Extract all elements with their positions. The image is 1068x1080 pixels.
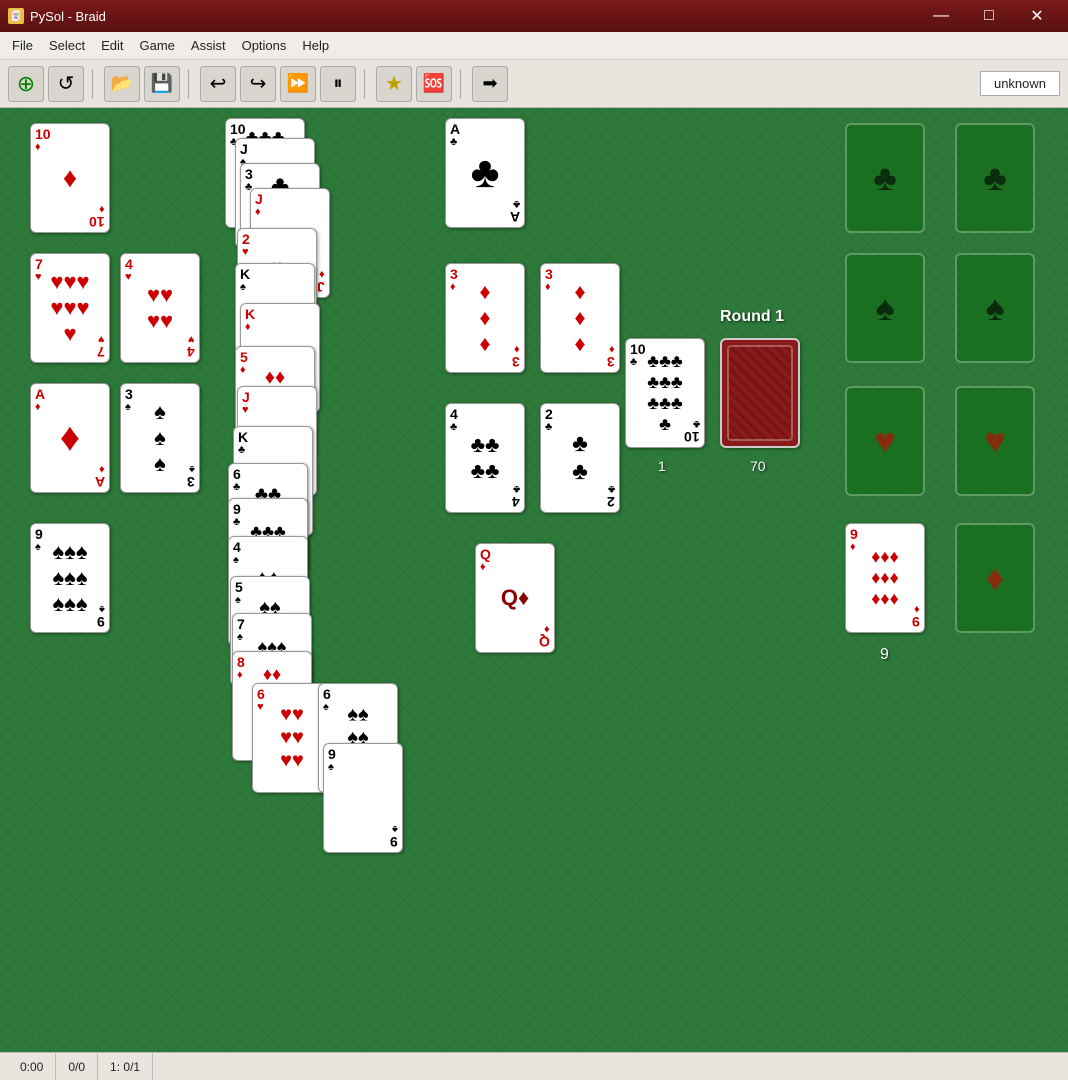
- menu-select[interactable]: Select: [41, 34, 93, 57]
- round-label: Round 1: [720, 308, 784, 326]
- card-3d-col4[interactable]: 3 ♦ ♦♦♦ 3 ♦: [445, 263, 525, 373]
- status-moves: 0/0: [56, 1053, 98, 1080]
- window-controls: — □ ✕: [918, 0, 1060, 32]
- foundation-club-1[interactable]: ♣: [845, 123, 925, 233]
- card-9s[interactable]: 9 ♠ ♠♠♠♠♠♠♠♠♠ 9 ♠: [30, 523, 110, 633]
- status-score: 1: 0/1: [98, 1053, 153, 1080]
- card-9d-bot[interactable]: 9 ♠ 9 ♠: [323, 743, 403, 853]
- foundation-spade-2[interactable]: ♠: [955, 253, 1035, 363]
- minimize-button[interactable]: —: [918, 0, 964, 32]
- foundation-heart-2[interactable]: ♥: [955, 386, 1035, 496]
- card-2c[interactable]: 2 ♣ ♣♣ 2 ♣: [540, 403, 620, 513]
- card-4c-col4[interactable]: 4 ♣ ♣♣♣♣ 4 ♣: [445, 403, 525, 513]
- card-ad[interactable]: A ♦ ♦ A ♦: [30, 383, 110, 493]
- auto-button[interactable]: ⏩: [280, 66, 316, 102]
- game-area[interactable]: 10 ♦ ♦ 10 ♦ 7 ♥ ♥♥♥♥♥♥♥ 7 ♥ A ♦ ♦ A ♦ 9 …: [0, 108, 1068, 1052]
- status-bar: 0:00 0/0 1: 0/1: [0, 1052, 1068, 1080]
- window-title: PySol - Braid: [30, 9, 106, 24]
- undo-button[interactable]: ↩: [200, 66, 236, 102]
- card-7h[interactable]: 7 ♥ ♥♥♥♥♥♥♥ 7 ♥: [30, 253, 110, 363]
- game-status: unknown: [980, 71, 1060, 96]
- new-game-button[interactable]: ⊕: [8, 66, 44, 102]
- maximize-button[interactable]: □: [966, 0, 1012, 32]
- title-bar: 🃏 PySol - Braid — □ ✕: [0, 0, 1068, 32]
- toolbar-separator-3: [364, 69, 368, 99]
- card-3d-col5[interactable]: 3 ♦ ♦♦♦ 3 ♦: [540, 263, 620, 373]
- foundation-spade-1[interactable]: ♠: [845, 253, 925, 363]
- card-ac[interactable]: A ♣ ♣ A ♣: [445, 118, 525, 228]
- card-qd[interactable]: Q ♦ Q♦ Q ♦: [475, 543, 555, 653]
- help-button[interactable]: 🆘: [416, 66, 452, 102]
- favorites-button[interactable]: ★: [376, 66, 412, 102]
- restart-button[interactable]: ↺: [48, 66, 84, 102]
- foundation-heart-1[interactable]: ♥: [845, 386, 925, 496]
- menu-help[interactable]: Help: [294, 34, 337, 57]
- stock-count: 1: [658, 458, 666, 474]
- menu-game[interactable]: Game: [132, 34, 183, 57]
- toolbar-separator-2: [188, 69, 192, 99]
- close-button[interactable]: ✕: [1014, 0, 1060, 32]
- foundation-count: 9: [880, 646, 889, 664]
- foundation-diamond-1[interactable]: 9 ♦ ♦♦♦♦♦♦♦♦♦ 9 ♦: [845, 523, 925, 633]
- card-3s[interactable]: 3 ♠ ♠♠♠ 3 ♠: [120, 383, 200, 493]
- app-icon: 🃏: [8, 8, 24, 24]
- toolbar: ⊕ ↺ 📂 💾 ↩ ↪ ⏩ ⏸ ★ 🆘 ➡ unknown: [0, 60, 1068, 108]
- redo-button[interactable]: ↪: [240, 66, 276, 102]
- toolbar-separator-1: [92, 69, 96, 99]
- menu-assist[interactable]: Assist: [183, 34, 234, 57]
- menu-edit[interactable]: Edit: [93, 34, 131, 57]
- waste-pile[interactable]: [720, 338, 800, 448]
- open-button[interactable]: 📂: [104, 66, 140, 102]
- save-button[interactable]: 💾: [144, 66, 180, 102]
- status-time: 0:00: [8, 1053, 56, 1080]
- card-10d[interactable]: 10 ♦ ♦ 10 ♦: [30, 123, 110, 233]
- foundation-club-2[interactable]: ♣: [955, 123, 1035, 233]
- foundation-diamond-2[interactable]: ♦: [955, 523, 1035, 633]
- toolbar-separator-4: [460, 69, 464, 99]
- stock-top-card[interactable]: 10 ♣ ♣♣♣♣♣♣♣♣♣♣ 10 ♣: [625, 338, 705, 448]
- waste-count: 70: [750, 458, 766, 474]
- pause-button[interactable]: ⏸: [320, 66, 356, 102]
- menu-options[interactable]: Options: [234, 34, 295, 57]
- card-4h[interactable]: 4 ♥ ♥♥♥♥ 4 ♥: [120, 253, 200, 363]
- menu-file[interactable]: File: [4, 34, 41, 57]
- menu-bar: File Select Edit Game Assist Options Hel…: [0, 32, 1068, 60]
- exit-button[interactable]: ➡: [472, 66, 508, 102]
